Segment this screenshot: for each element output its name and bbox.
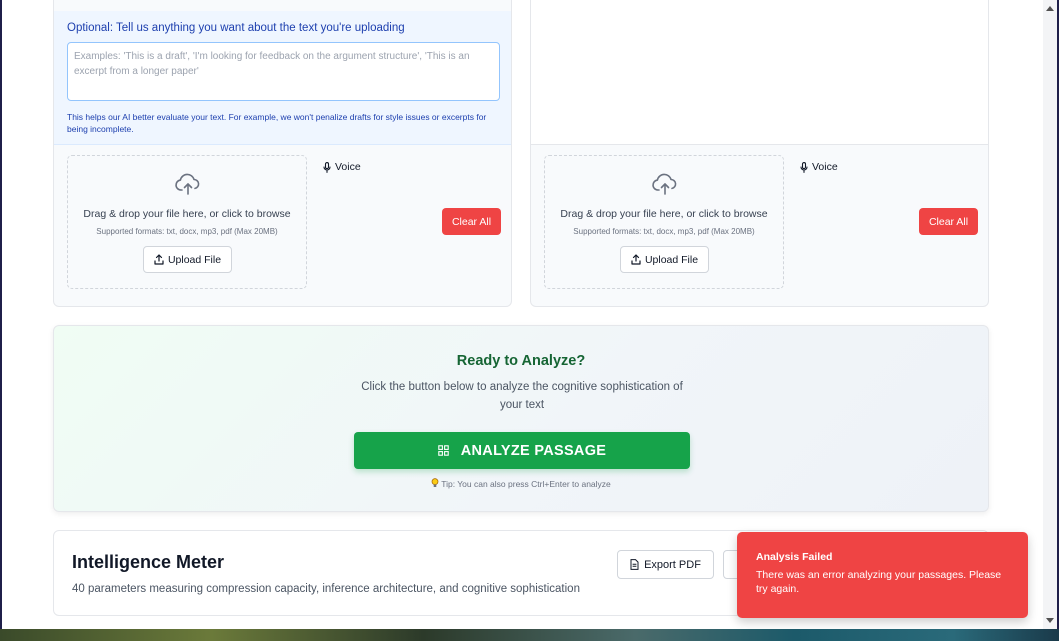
analyze-card: Ready to Analyze? Click the button below… (53, 325, 989, 512)
analyze-button-label: ANALYZE PASSAGE (460, 442, 607, 459)
text-input-area[interactable] (531, 0, 988, 145)
voice-label: Voice (335, 161, 361, 173)
dropzone-formats: Supported formats: txt, docx, mp3, pdf (… (573, 227, 755, 236)
notes-input[interactable] (67, 42, 500, 101)
upload-file-button[interactable]: Upload File (143, 246, 232, 273)
error-toast[interactable]: Analysis Failed There was an error analy… (737, 532, 1028, 618)
export-pdf-label: Export PDF (644, 558, 701, 571)
scroll-down-icon[interactable] (1046, 618, 1054, 623)
analyze-passage-button[interactable]: ANALYZE PASSAGE (354, 432, 690, 469)
right-text-panel: Drag & drop your file here, or click to … (530, 0, 989, 307)
vertical-scrollbar[interactable] (1043, 0, 1057, 629)
document-icon (630, 559, 639, 570)
app-viewport: Optional: Tell us anything you want abou… (2, 0, 1043, 629)
upload-icon (631, 254, 641, 265)
meter-title: Intelligence Meter (72, 552, 225, 572)
keyboard-tip-text: Tip: You can also press Ctrl+Enter to an… (441, 479, 611, 489)
scroll-up-icon[interactable] (1046, 6, 1054, 11)
voice-button[interactable]: Voice (323, 161, 361, 173)
upload-icon (154, 254, 164, 265)
analyze-title: Ready to Analyze? (456, 353, 586, 369)
dropzone-instructions: Drag & drop your file here, or click to … (83, 208, 291, 220)
file-dropzone[interactable]: Drag & drop your file here, or click to … (544, 155, 784, 289)
meter-description: 40 parameters measuring compression capa… (72, 583, 580, 595)
toast-title: Analysis Failed (756, 551, 833, 563)
cloud-upload-icon (652, 173, 677, 195)
upload-file-label: Upload File (644, 253, 699, 266)
optional-notes-section: Optional: Tell us anything you want abou… (54, 11, 511, 145)
upload-file-label: Upload File (167, 253, 222, 266)
dropzone-instructions: Drag & drop your file here, or click to … (560, 208, 768, 220)
microphone-icon (800, 161, 808, 173)
dropzone-formats: Supported formats: txt, docx, mp3, pdf (… (96, 227, 278, 236)
microphone-icon (323, 161, 331, 173)
keyboard-tip: Tip: You can also press Ctrl+Enter to an… (54, 478, 988, 489)
toast-message: There was an error analyzing your passag… (756, 569, 1002, 595)
optional-notes-title: Optional: Tell us anything you want abou… (67, 22, 405, 34)
voice-label: Voice (812, 161, 838, 173)
voice-button[interactable]: Voice (800, 161, 838, 173)
analyze-description: Click the button below to analyze the co… (361, 381, 683, 411)
export-pdf-button[interactable]: Export PDF (617, 550, 714, 579)
notes-help-text: This helps our AI better evaluate your t… (67, 112, 487, 134)
cloud-upload-icon (175, 173, 200, 195)
desktop-wallpaper-strip (0, 629, 1059, 641)
upload-file-button[interactable]: Upload File (620, 246, 709, 273)
clear-all-button[interactable]: Clear All (442, 208, 501, 235)
file-dropzone[interactable]: Drag & drop your file here, or click to … (67, 155, 307, 289)
grid-icon (438, 445, 449, 456)
left-text-panel: Optional: Tell us anything you want abou… (53, 0, 512, 307)
clear-all-button[interactable]: Clear All (919, 208, 978, 235)
lightbulb-icon (431, 478, 439, 487)
